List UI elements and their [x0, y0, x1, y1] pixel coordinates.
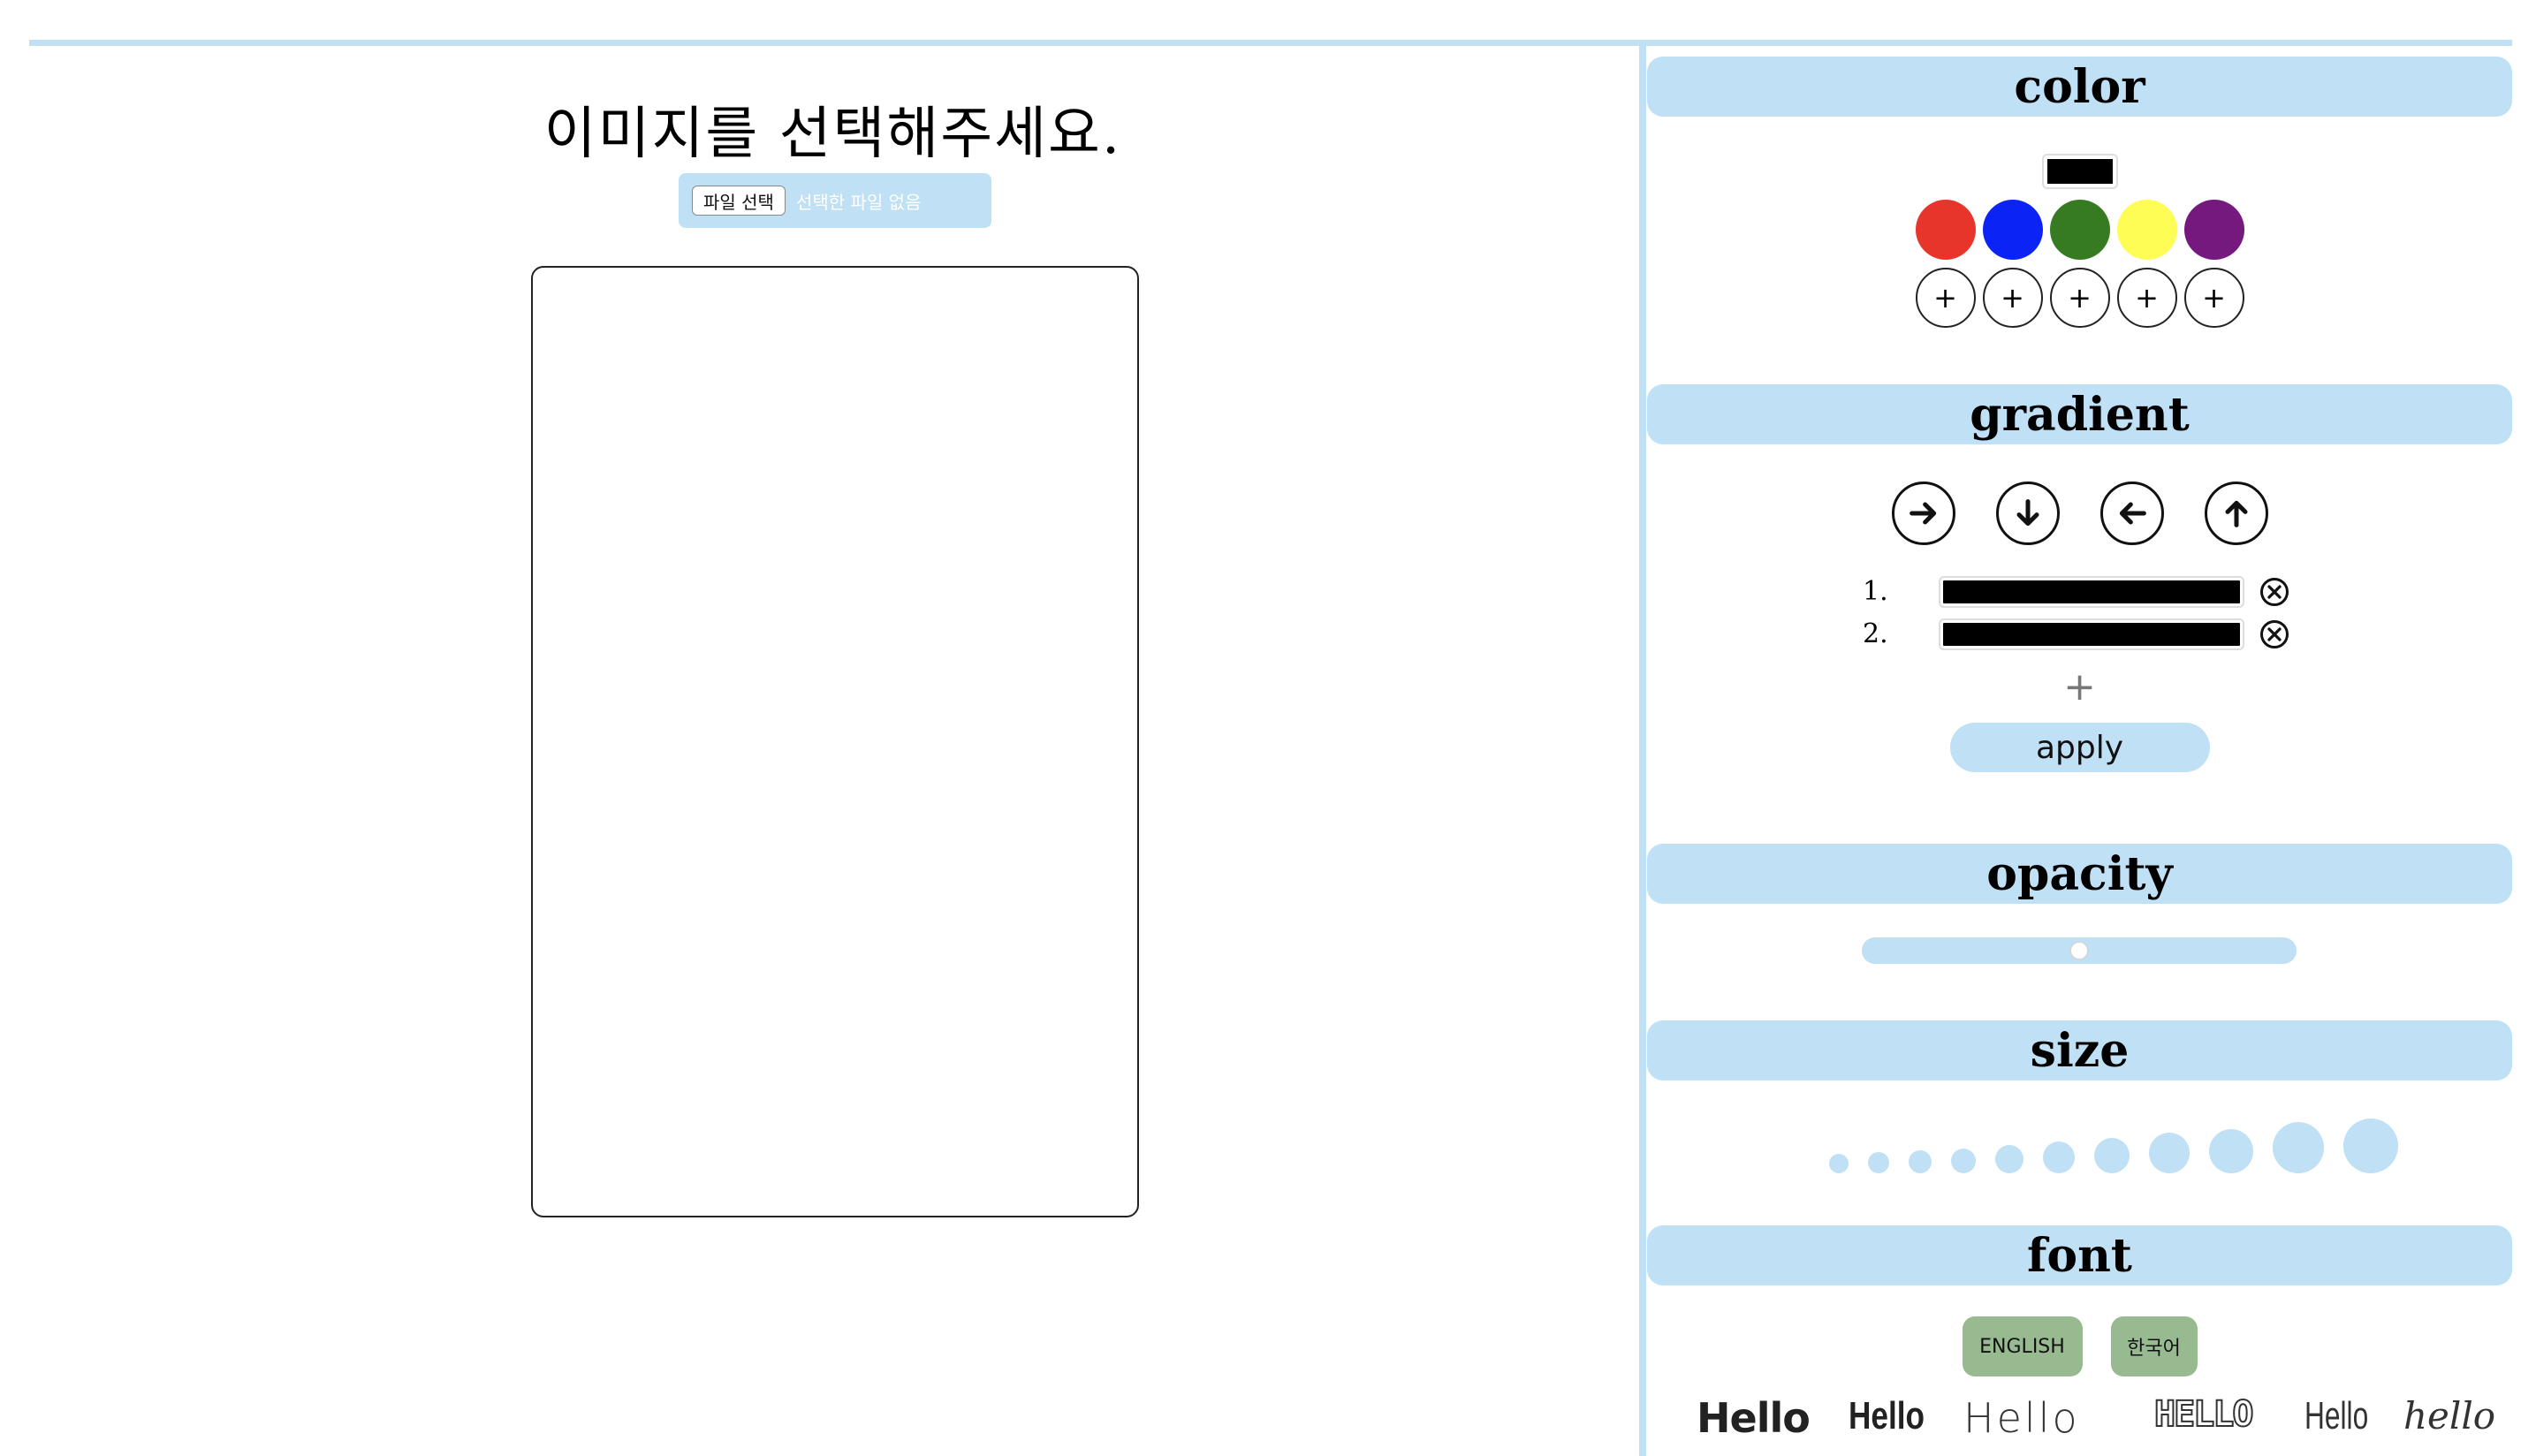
- size-option-3[interactable]: [1909, 1150, 1932, 1173]
- opacity-slider[interactable]: [1862, 937, 2297, 964]
- file-status: 선택한 파일 없음: [795, 191, 922, 213]
- image-canvas[interactable]: [531, 266, 1139, 1217]
- current-color-row: [1647, 155, 2512, 187]
- color-swatch-red[interactable]: [1915, 200, 1976, 260]
- gradient-stop-color[interactable]: [1940, 577, 2243, 606]
- add-color-button[interactable]: +: [1915, 268, 1976, 328]
- add-gradient-stop-button[interactable]: +: [2063, 664, 2096, 709]
- opacity-section-title: opacity: [1647, 844, 2512, 904]
- apply-row: apply: [1647, 723, 2512, 772]
- font-language-row: ENGLISH 한국어: [1647, 1316, 2512, 1376]
- font-section-title: font: [1647, 1225, 2512, 1285]
- add-color-row: + + + + +: [1647, 268, 2512, 328]
- current-color-swatch[interactable]: [2043, 155, 2116, 187]
- color-swatch-green[interactable]: [2049, 200, 2110, 260]
- opacity-slider-thumb[interactable]: [2069, 941, 2089, 960]
- arrow-right-icon[interactable]: [1891, 482, 1955, 545]
- size-option-7[interactable]: [2094, 1138, 2130, 1173]
- language-korean-button[interactable]: 한국어: [2110, 1316, 2198, 1376]
- size-option-11[interactable]: [2343, 1119, 2398, 1173]
- color-swatch-blue[interactable]: [1982, 200, 2043, 260]
- size-option-8[interactable]: [2149, 1133, 2190, 1173]
- size-option-10[interactable]: [2273, 1122, 2324, 1173]
- panel-divider: [1639, 46, 1646, 1456]
- size-option-1[interactable]: [1829, 1154, 1849, 1173]
- gradient-section-title: gradient: [1647, 384, 2512, 444]
- size-section-title: size: [1647, 1020, 2512, 1081]
- app-root: 이미지를 선택해주세요. 파일 선택 선택한 파일 없음 color + + + + +…: [0, 0, 2536, 1456]
- gradient-direction-row: [1647, 482, 2512, 545]
- top-rule: [29, 40, 2512, 46]
- font-sample-condensed[interactable]: Hello: [1849, 1394, 1925, 1438]
- color-swatch-row: [1647, 200, 2512, 260]
- add-color-button[interactable]: +: [2116, 268, 2177, 328]
- add-stop-row: +: [1647, 664, 2512, 709]
- choose-file-button[interactable]: 파일 선택: [692, 186, 786, 216]
- color-swatch-yellow[interactable]: [2116, 200, 2177, 260]
- add-color-button[interactable]: +: [2183, 268, 2244, 328]
- page-title: 이미지를 선택해주세요.: [543, 102, 1122, 167]
- gradient-stop-label: 1.: [1863, 576, 1888, 607]
- add-color-button[interactable]: +: [2049, 268, 2110, 328]
- size-option-9[interactable]: [2209, 1129, 2253, 1173]
- font-sample-thin[interactable]: Hello: [2304, 1394, 2368, 1438]
- font-sample-bold[interactable]: Hello: [1697, 1394, 1811, 1442]
- gradient-stop-row: 2.: [1856, 618, 2289, 649]
- gradient-stop-row: 1.: [1856, 576, 2289, 607]
- font-sample-rounded[interactable]: Hello: [1963, 1394, 2080, 1442]
- remove-stop-icon[interactable]: [2260, 577, 2289, 606]
- color-swatch-purple[interactable]: [2183, 200, 2244, 260]
- remove-stop-icon[interactable]: [2260, 619, 2289, 648]
- color-section-title: color: [1647, 57, 2512, 117]
- size-option-4[interactable]: [1951, 1149, 1976, 1173]
- arrow-left-icon[interactable]: [2099, 482, 2164, 545]
- language-english-button[interactable]: ENGLISH: [1962, 1316, 2083, 1376]
- font-sample-outline[interactable]: HELLO: [2153, 1393, 2254, 1436]
- gradient-stop-color[interactable]: [1940, 619, 2243, 648]
- gradient-stop-label: 2.: [1863, 618, 1888, 649]
- size-option-2[interactable]: [1868, 1152, 1889, 1173]
- apply-gradient-button[interactable]: apply: [1949, 723, 2210, 772]
- add-color-button[interactable]: +: [1982, 268, 2043, 328]
- font-sample-script[interactable]: hello: [2403, 1394, 2495, 1437]
- size-option-5[interactable]: [1995, 1145, 2023, 1173]
- size-option-6[interactable]: [2043, 1141, 2075, 1173]
- arrow-down-icon[interactable]: [1995, 482, 2060, 545]
- arrow-up-icon[interactable]: [2204, 482, 2268, 545]
- file-input[interactable]: 파일 선택 선택한 파일 없음: [679, 173, 991, 228]
